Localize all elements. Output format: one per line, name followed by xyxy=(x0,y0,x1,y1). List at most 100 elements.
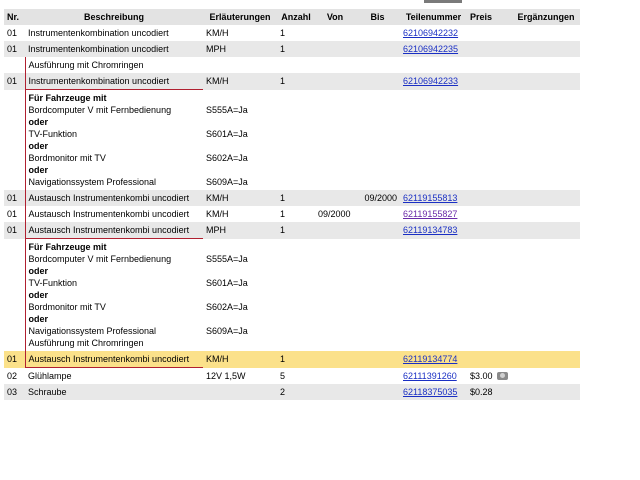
cell-beschreibung: Austausch Instrumentenkombi uncodiert xyxy=(24,222,203,239)
header-beschreibung: Beschreibung xyxy=(25,9,203,25)
cell-beschreibung: Instrumentenkombination uncodiert xyxy=(25,41,203,57)
cell-nr: 01 xyxy=(7,209,18,219)
cell-teilenummer: 62119134774 xyxy=(400,351,467,368)
part-number-link[interactable]: 62106942235 xyxy=(403,44,458,54)
cell-preis xyxy=(467,41,512,57)
cell-anzahl: 1 xyxy=(280,28,286,38)
note-code: S601A=Ja xyxy=(206,277,248,288)
cell-ergaenzungen xyxy=(512,384,580,400)
camera-icon[interactable] xyxy=(496,372,508,381)
cell-preis xyxy=(467,73,512,90)
table-row: 01 Austausch Instrumentenkombi uncodiert… xyxy=(4,190,580,206)
cell-von xyxy=(315,41,355,57)
part-number-link[interactable]: 62118375035 xyxy=(403,387,457,397)
table-row: 01 Instrumentenkombination uncodiert KM/… xyxy=(4,25,580,41)
cell-preis xyxy=(467,25,512,41)
note-conditions: Für Fahrzeuge mit Bordcomputer V mit Fer… xyxy=(24,238,203,351)
part-number-link[interactable]: 62106942233 xyxy=(403,76,458,86)
cell-bis xyxy=(355,351,400,368)
header-bis: Bis xyxy=(355,9,400,25)
cell-preis xyxy=(467,190,512,206)
cell-ergaenzungen xyxy=(512,73,580,90)
note-code: S601A=Ja xyxy=(206,128,248,139)
cell-ergaenzungen xyxy=(512,368,580,385)
table-row: 01 Instrumentenkombination uncodiert KM/… xyxy=(4,73,580,90)
table-header-row: Nr. Beschreibung Erläuterungen Anzahl Vo… xyxy=(4,9,580,25)
cell-bis xyxy=(355,368,400,385)
part-number-link[interactable]: 62119155813 xyxy=(403,193,457,203)
cell-anzahl: 1 xyxy=(277,351,315,368)
table-row-selected[interactable]: 01 Austausch Instrumentenkombi uncodiert… xyxy=(4,351,580,368)
cell-nr: 01 xyxy=(4,222,25,239)
cell-nr: 01 xyxy=(4,73,25,90)
cell-beschreibung: Glühlampe xyxy=(28,371,72,381)
cell-teilenummer: 62119155827 xyxy=(400,206,467,222)
note-item: oder xyxy=(28,290,49,300)
top-tab-indicator xyxy=(424,0,462,3)
note-item: oder xyxy=(28,165,49,175)
cell-erlaeuterungen: KM/H xyxy=(203,351,277,368)
note-code: S602A=Ja xyxy=(206,152,248,163)
table-row: 01 Instrumentenkombination uncodiert MPH… xyxy=(4,41,580,57)
note-chrome: Ausführung mit Chromringen xyxy=(24,57,203,73)
cell-teilenummer: 62111391260 xyxy=(400,368,467,385)
cell-nr: 02 xyxy=(7,370,18,381)
cell-anzahl: 1 xyxy=(280,209,286,219)
cell-von xyxy=(315,25,355,41)
cell-bis xyxy=(355,41,400,57)
note-code: S609A=Ja xyxy=(206,176,248,187)
cell-von xyxy=(315,222,355,239)
note-heading: Für Fahrzeuge mit xyxy=(28,93,107,103)
part-number-link[interactable]: 62119134774 xyxy=(403,354,457,364)
part-number-link[interactable]: 62119155827 xyxy=(403,209,457,219)
cell-beschreibung: Austausch Instrumentenkombi uncodiert xyxy=(24,190,203,206)
cell-preis: $0.28 xyxy=(467,384,512,400)
cell-bis xyxy=(355,384,400,400)
note-item: oder xyxy=(28,266,49,276)
cell-nr: 01 xyxy=(7,28,18,38)
part-number-link[interactable]: 62106942232 xyxy=(403,28,458,38)
part-number-link[interactable]: 62119134783 xyxy=(403,225,457,235)
cell-ergaenzungen xyxy=(512,190,580,206)
header-erlaeuterungen: Erläuterungen xyxy=(203,9,277,25)
cell-erlaeuterungen: KM/H xyxy=(206,209,229,219)
table-row: 01 Austausch Instrumentenkombi uncodiert… xyxy=(4,206,580,222)
header-teilenummer: Teilenummer xyxy=(400,9,467,25)
cell-von xyxy=(315,384,355,400)
cell-teilenummer: 62118375035 xyxy=(400,384,467,400)
cell-beschreibung: Instrumentenkombination uncodiert xyxy=(24,73,203,90)
cell-preis xyxy=(467,222,512,239)
note-item: oder xyxy=(28,314,49,324)
cell-bis xyxy=(355,25,400,41)
table-row: 02 Glühlampe 12V 1,5W 5 62111391260 $3.0… xyxy=(4,368,580,385)
cell-beschreibung: Austausch Instrumentenkombi uncodiert xyxy=(24,351,203,368)
note-conditions: Für Fahrzeuge mit Bordcomputer V mit Fer… xyxy=(24,89,203,190)
price-value: $3.00 xyxy=(470,370,493,381)
header-von: Von xyxy=(315,9,355,25)
part-number-link[interactable]: 62111391260 xyxy=(403,371,457,381)
table-row: 03 Schraube 2 62118375035 $0.28 xyxy=(4,384,580,400)
cell-ergaenzungen xyxy=(512,41,580,57)
note-item: Navigationssystem Professional xyxy=(28,326,157,336)
cell-beschreibung: Schraube xyxy=(25,384,203,400)
header-nr: Nr. xyxy=(4,9,25,25)
note-code: S555A=Ja xyxy=(206,253,248,264)
cell-ergaenzungen xyxy=(512,222,580,239)
note-item: Bordmonitor mit TV xyxy=(28,153,106,163)
note-item: Bordmonitor mit TV xyxy=(28,302,106,312)
cell-erlaeuterungen: KM/H xyxy=(203,190,277,206)
cell-erlaeuterungen xyxy=(203,384,277,400)
cell-erlaeuterungen: MPH xyxy=(203,222,277,239)
cell-bis xyxy=(355,73,400,90)
note-item: TV-Funktion xyxy=(28,278,78,288)
cell-erlaeuterungen: 12V 1,5W xyxy=(206,370,246,381)
cell-anzahl: 1 xyxy=(277,190,315,206)
cell-erlaeuterungen: KM/H xyxy=(203,73,277,90)
note-code: S609A=Ja xyxy=(206,325,248,336)
note-codes: S555A=Ja S601A=Ja S602A=Ja S609A=Ja xyxy=(203,239,277,352)
cell-teilenummer: 62119134783 xyxy=(400,222,467,239)
cell-von xyxy=(315,368,355,385)
cell-preis xyxy=(467,206,512,222)
cell-von xyxy=(315,73,355,90)
cell-anzahl: 1 xyxy=(277,73,315,90)
